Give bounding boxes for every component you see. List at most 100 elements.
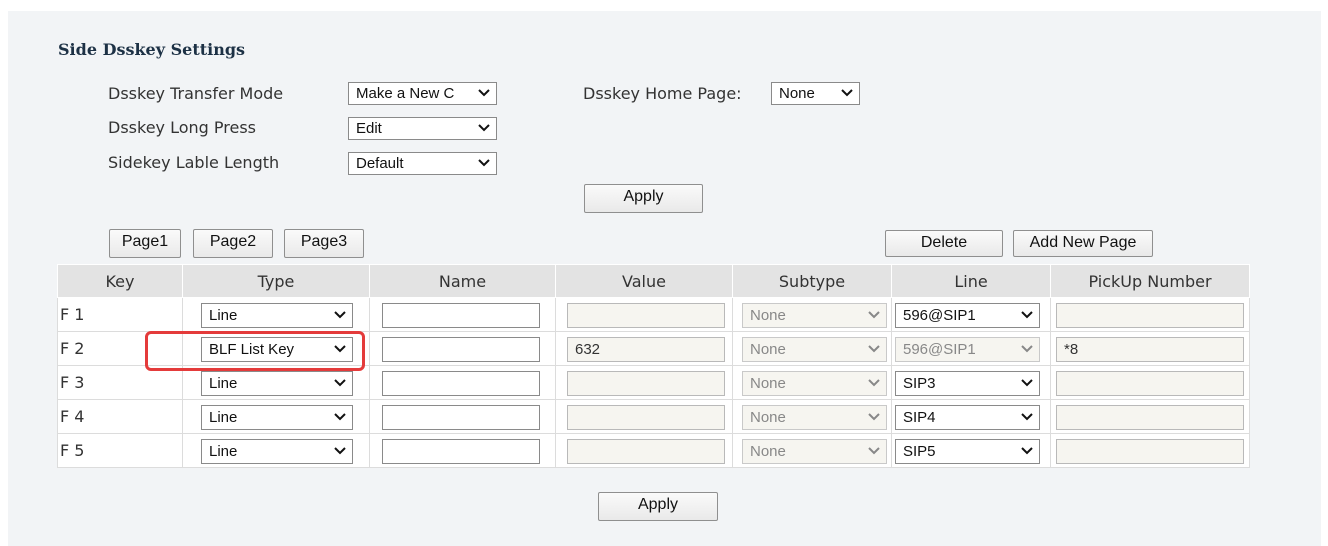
subtype-cell: None (732, 365, 892, 400)
label-length-label: Sidekey Lable Length (108, 153, 280, 172)
value-input[interactable] (567, 303, 725, 328)
table-header-row: Key Type Name Value Subtype Line PickUp … (57, 264, 1250, 298)
chevron-down-icon (478, 120, 490, 136)
table-row: F 4 Line None SIP4 (57, 399, 1250, 434)
column-header-line: Line (891, 264, 1051, 298)
value-input[interactable] (567, 439, 725, 464)
home-page-label: Dsskey Home Page: (583, 84, 742, 103)
line-select[interactable]: SIP4 (895, 405, 1040, 430)
long-press-select[interactable]: Edit (348, 117, 497, 140)
tab-page2[interactable]: Page2 (193, 229, 273, 258)
name-input[interactable] (382, 371, 540, 396)
subtype-select[interactable]: None (742, 371, 887, 396)
line-cell: SIP4 (891, 399, 1051, 434)
subtype-select[interactable]: None (742, 337, 887, 362)
chevron-down-icon (868, 409, 880, 425)
column-header-value: Value (555, 264, 733, 298)
subtype-cell: None (732, 331, 892, 366)
apply-settings-button[interactable]: Apply (584, 184, 703, 213)
subtype-cell: None (732, 433, 892, 468)
pickup-input[interactable] (1056, 439, 1244, 464)
chevron-down-icon (868, 307, 880, 323)
name-cell (369, 297, 556, 332)
line-cell: 596@SIP1 (891, 331, 1051, 366)
type-select[interactable]: Line (201, 405, 353, 430)
value-input[interactable] (567, 405, 725, 430)
chevron-down-icon (841, 85, 853, 101)
name-cell (369, 399, 556, 434)
line-value: SIP5 (903, 443, 936, 460)
label-length-value: Default (356, 155, 404, 172)
column-header-subtype: Subtype (732, 264, 892, 298)
chevron-down-icon (478, 85, 490, 101)
transfer-mode-label: Dsskey Transfer Mode (108, 84, 284, 103)
type-cell: Line (182, 297, 370, 332)
subtype-select[interactable]: None (742, 303, 887, 328)
chevron-down-icon (1021, 409, 1033, 425)
pickup-input[interactable] (1056, 371, 1244, 396)
line-select[interactable]: SIP3 (895, 371, 1040, 396)
chevron-down-icon (478, 155, 490, 171)
value-input[interactable]: 632 (567, 337, 725, 362)
long-press-value: Edit (356, 120, 382, 137)
line-cell: SIP5 (891, 433, 1051, 468)
table-row: F 1 Line None 596@SIP1 (57, 297, 1250, 332)
name-input[interactable] (382, 337, 540, 362)
line-value: SIP4 (903, 409, 936, 426)
chevron-down-icon (334, 307, 346, 323)
type-select[interactable]: Line (201, 371, 353, 396)
table-row: F 5 Line None SIP5 (57, 433, 1250, 468)
name-input[interactable] (382, 405, 540, 430)
type-cell: Line (182, 433, 370, 468)
label-length-select[interactable]: Default (348, 152, 497, 175)
type-value: Line (209, 443, 238, 460)
apply-table-button[interactable]: Apply (598, 492, 718, 521)
line-select[interactable]: SIP5 (895, 439, 1040, 464)
home-page-value: None (779, 85, 815, 102)
section-title: Side Dsskey Settings (58, 40, 246, 59)
type-cell: Line (182, 399, 370, 434)
chevron-down-icon (334, 409, 346, 425)
transfer-mode-select[interactable]: Make a New C (348, 82, 497, 105)
pickup-cell (1050, 297, 1250, 332)
pickup-cell (1050, 433, 1250, 468)
name-input[interactable] (382, 439, 540, 464)
pickup-input[interactable] (1056, 405, 1244, 430)
subtype-select[interactable]: None (742, 439, 887, 464)
value-input[interactable] (567, 371, 725, 396)
pickup-input[interactable] (1056, 303, 1244, 328)
tab-page1[interactable]: Page1 (109, 229, 181, 258)
pickup-cell (1050, 399, 1250, 434)
name-cell (369, 433, 556, 468)
delete-page-button[interactable]: Delete (885, 230, 1003, 257)
chevron-down-icon (1021, 443, 1033, 459)
column-header-key: Key (57, 264, 183, 298)
line-value: SIP3 (903, 375, 936, 392)
chevron-down-icon (1021, 341, 1033, 357)
chevron-down-icon (334, 375, 346, 391)
long-press-label: Dsskey Long Press (108, 118, 256, 137)
chevron-down-icon (868, 443, 880, 459)
line-select[interactable]: 596@SIP1 (895, 303, 1040, 328)
value-cell (555, 399, 733, 434)
add-new-page-button[interactable]: Add New Page (1013, 230, 1153, 257)
key-cell: F 1 (57, 297, 183, 332)
type-value: Line (209, 409, 238, 426)
line-cell: 596@SIP1 (891, 297, 1051, 332)
subtype-value: None (750, 409, 786, 426)
name-input[interactable] (382, 303, 540, 328)
name-cell (369, 331, 556, 366)
line-value: 596@SIP1 (903, 307, 976, 324)
subtype-select[interactable]: None (742, 405, 887, 430)
type-select[interactable]: Line (201, 303, 353, 328)
home-page-select[interactable]: None (771, 82, 860, 105)
tab-page3[interactable]: Page3 (284, 229, 364, 258)
line-cell: SIP3 (891, 365, 1051, 400)
subtype-value: None (750, 307, 786, 324)
type-select[interactable]: Line (201, 439, 353, 464)
pickup-input[interactable]: *8 (1056, 337, 1244, 362)
subtype-cell: None (732, 297, 892, 332)
chevron-down-icon (334, 443, 346, 459)
type-value: Line (209, 307, 238, 324)
line-select[interactable]: 596@SIP1 (895, 337, 1040, 362)
